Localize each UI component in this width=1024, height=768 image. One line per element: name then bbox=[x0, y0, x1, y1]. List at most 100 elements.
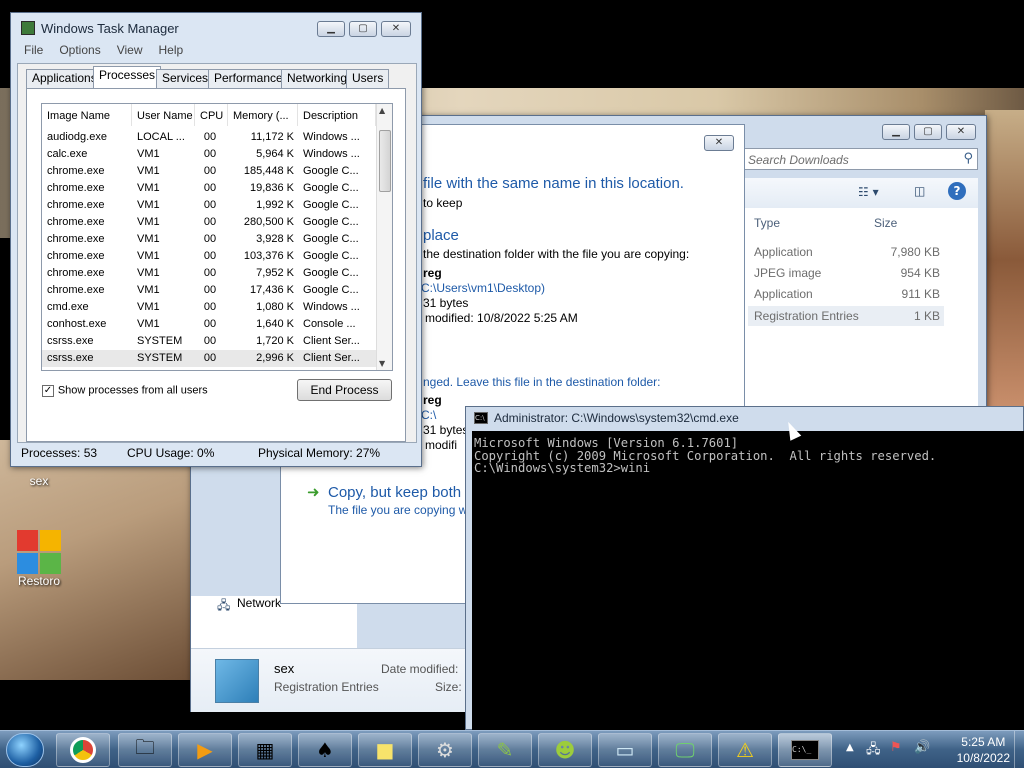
column-image-name[interactable]: Image Name bbox=[42, 104, 132, 126]
view-options-icon[interactable]: ☷ ▾ bbox=[858, 185, 879, 199]
cell-mem: 1,992 K bbox=[256, 199, 294, 211]
minimize-button[interactable]: ▁ bbox=[882, 124, 910, 140]
settings-taskbar-button[interactable]: ⚙ bbox=[418, 733, 472, 767]
media-player-taskbar-button[interactable]: ▶ bbox=[178, 733, 232, 767]
scroll-down-icon[interactable]: ▼ bbox=[379, 359, 385, 368]
show-all-users-checkbox[interactable]: ✓ Show processes from all users bbox=[42, 383, 208, 397]
table-row[interactable]: chrome.exe VM1 00 17,436 K Google C... bbox=[42, 282, 376, 299]
cell-mem: 11,172 K bbox=[250, 131, 294, 143]
cell-user: VM1 bbox=[137, 165, 160, 177]
table-row[interactable]: chrome.exe VM1 00 7,952 K Google C... bbox=[42, 265, 376, 282]
table-row[interactable]: cmd.exe VM1 00 1,080 K Windows ... bbox=[42, 299, 376, 316]
notepad-taskbar-button[interactable]: ▭ bbox=[598, 733, 652, 767]
column-user-name[interactable]: User Name bbox=[132, 104, 195, 126]
show-hidden-icons-icon[interactable]: ▲ bbox=[846, 742, 854, 753]
preview-pane-icon[interactable]: ◫ bbox=[914, 184, 925, 198]
details-file-name: sex bbox=[274, 661, 295, 676]
task-manager-taskbar-button[interactable]: 🖵 bbox=[658, 733, 712, 767]
solitaire-taskbar-button[interactable]: ♠ bbox=[298, 733, 352, 767]
menu-options[interactable]: Options bbox=[59, 43, 100, 57]
menu-view[interactable]: View bbox=[117, 43, 143, 57]
table-row[interactable]: chrome.exe VM1 00 1,992 K Google C... bbox=[42, 197, 376, 214]
checkbox-checked-icon[interactable]: ✓ bbox=[42, 384, 54, 397]
column-memory[interactable]: Memory (... bbox=[228, 104, 298, 126]
tab-networking[interactable]: Networking bbox=[281, 69, 354, 88]
scroll-up-icon[interactable]: ▲ bbox=[379, 106, 385, 115]
gear-icon: ⚙ bbox=[436, 738, 454, 762]
nav-network[interactable]: Network bbox=[237, 596, 281, 610]
console-output[interactable]: Microsoft Windows [Version 6.1.7601] Copy… bbox=[472, 431, 1024, 731]
column-type[interactable]: Type bbox=[754, 216, 780, 230]
list-item[interactable]: Application 911 KB bbox=[744, 286, 944, 304]
desktop-icon-restoro[interactable]: Restoro bbox=[4, 530, 74, 588]
table-row[interactable]: csrss.exe SYSTEM 00 2,996 K Client Ser... bbox=[42, 350, 376, 367]
show-desktop-button[interactable] bbox=[1014, 731, 1024, 768]
menu-help[interactable]: Help bbox=[159, 43, 184, 57]
calculator-taskbar-button[interactable]: ▦ bbox=[238, 733, 292, 767]
network-tray-icon[interactable]: 🖧 bbox=[866, 740, 881, 762]
menu-file[interactable]: File bbox=[24, 43, 43, 57]
tab-services[interactable]: Services bbox=[156, 69, 215, 88]
tab-applications[interactable]: Applications bbox=[26, 69, 103, 88]
explorer-taskbar-button[interactable]: 🗀 bbox=[118, 733, 172, 767]
table-row[interactable]: audiodg.exe LOCAL ... 00 11,172 K Windows ..… bbox=[42, 129, 376, 146]
maximize-button[interactable]: ▢ bbox=[349, 21, 377, 37]
close-button[interactable]: ✕ bbox=[704, 135, 734, 151]
maximize-button[interactable]: ▢ bbox=[914, 124, 942, 140]
cell-mem: 2,996 K bbox=[256, 352, 294, 364]
table-row[interactable]: dllhost.exe VM1003,004 K COM Surr... bbox=[42, 367, 376, 370]
status-memory: Physical Memory: 27% bbox=[258, 446, 381, 460]
tab-processes[interactable]: Processes bbox=[93, 66, 162, 89]
table-row[interactable]: chrome.exe VM1 00 19,836 K Google C... bbox=[42, 180, 376, 197]
cell-name: csrss.exe bbox=[47, 352, 94, 364]
column-size[interactable]: Size bbox=[874, 216, 897, 230]
desktop-icon-sex[interactable]: sex bbox=[4, 474, 74, 488]
table-row[interactable]: chrome.exe VM1 00 3,928 K Google C... bbox=[42, 231, 376, 248]
warning-taskbar-button[interactable]: ⚠ bbox=[718, 733, 772, 767]
task-manager-window[interactable]: Windows Task Manager ▁ ▢ ✕ File Options … bbox=[10, 12, 422, 467]
cell-desc: Google C... bbox=[303, 233, 359, 245]
replace-option[interactable]: place the destination folder with the fi… bbox=[421, 225, 741, 325]
list-item-selected[interactable]: Registration Entries 1 KB bbox=[748, 306, 944, 326]
sticky-notes-taskbar-button[interactable]: ■ bbox=[358, 733, 412, 767]
tab-performance[interactable]: Performance bbox=[208, 69, 289, 88]
cmd-taskbar-button[interactable]: C:\_ bbox=[778, 733, 832, 767]
notepad-plus-taskbar-button[interactable]: ✎ bbox=[478, 733, 532, 767]
end-process-button[interactable]: End Process bbox=[297, 379, 392, 401]
scroll-thumb[interactable] bbox=[379, 130, 391, 192]
column-description[interactable]: Description bbox=[298, 104, 376, 126]
search-box[interactable]: Search Downloads ⚲ bbox=[744, 148, 978, 170]
minimize-button[interactable]: ▁ bbox=[317, 21, 345, 37]
taskbar: 🗀 ▶ ▦ ♠ ■ ⚙ ✎ ☻ ▭ 🖵 ⚠ C:\_ ▲ 🖧 ⚑ 🔊 5:25 … bbox=[0, 730, 1024, 768]
volume-icon[interactable]: 🔊 bbox=[914, 740, 930, 755]
clock[interactable]: 5:25 AM 10/8/2022 bbox=[957, 734, 1010, 766]
cell-name: chrome.exe bbox=[47, 199, 105, 211]
cell-desc: Console ... bbox=[303, 318, 356, 330]
calculator-icon: ▦ bbox=[255, 738, 275, 762]
close-button[interactable]: ✕ bbox=[381, 21, 411, 37]
cell-user: VM1 bbox=[137, 250, 160, 262]
table-row[interactable]: chrome.exe VM1 00 185,448 K Google C... bbox=[42, 163, 376, 180]
cell-cpu: 00 bbox=[203, 267, 217, 279]
table-row[interactable]: chrome.exe VM1 00 103,376 K Google C... bbox=[42, 248, 376, 265]
start-button[interactable] bbox=[6, 733, 44, 767]
close-button[interactable]: ✕ bbox=[946, 124, 976, 140]
vertical-scrollbar[interactable]: ▲ ▼ bbox=[376, 104, 392, 370]
table-row[interactable]: calc.exe VM1 00 5,964 K Windows ... bbox=[42, 146, 376, 163]
list-item[interactable]: Application 7,980 KB bbox=[744, 244, 944, 262]
action-center-icon[interactable]: ⚑ bbox=[890, 740, 902, 755]
status-cpu: CPU Usage: 0% bbox=[127, 446, 215, 460]
help-icon[interactable]: ? bbox=[948, 182, 966, 200]
column-cpu[interactable]: CPU bbox=[195, 104, 228, 126]
table-row[interactable]: chrome.exe VM1 00 280,500 K Google C... bbox=[42, 214, 376, 231]
table-row[interactable]: csrss.exe SYSTEM 00 1,720 K Client Ser... bbox=[42, 333, 376, 350]
cell-mem: 280,500 K bbox=[243, 216, 294, 228]
tab-users[interactable]: Users bbox=[346, 69, 390, 88]
chrome-taskbar-button[interactable] bbox=[56, 733, 110, 767]
list-item[interactable]: JPEG image 954 KB bbox=[744, 265, 944, 283]
cell-mem: 1,080 K bbox=[256, 301, 294, 313]
cmd-window[interactable]: C:\ Administrator: C:\Windows\system32\c… bbox=[465, 406, 1024, 731]
frog-app-taskbar-button[interactable]: ☻ bbox=[538, 733, 592, 767]
table-row[interactable]: conhost.exe VM1 00 1,640 K Console ... bbox=[42, 316, 376, 333]
search-icon[interactable]: ⚲ bbox=[963, 151, 973, 166]
